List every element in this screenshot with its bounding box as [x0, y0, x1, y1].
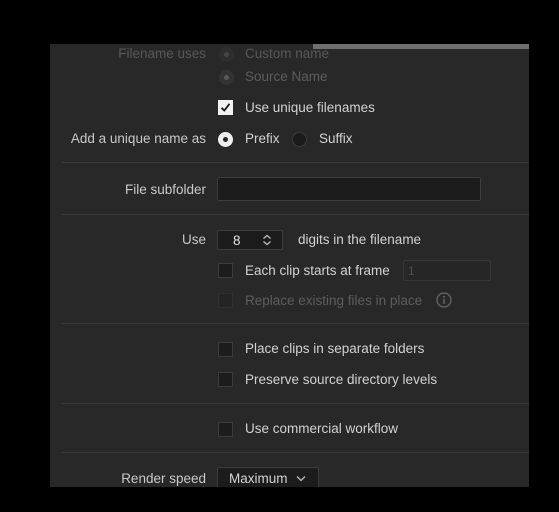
render-settings-panel: Filename uses Custom name Source Name Us…	[50, 44, 529, 487]
each-clip-starts-checkbox[interactable]	[218, 263, 233, 278]
source-name-label: Source Name	[245, 69, 328, 84]
info-icon[interactable]	[436, 292, 452, 308]
render-speed-value: Maximum	[229, 471, 288, 486]
separate-folders-checkbox[interactable]	[218, 342, 233, 357]
digits-value: 8	[233, 233, 241, 248]
custom-name-label: Custom name	[245, 46, 330, 61]
divider	[62, 403, 529, 404]
file-subfolder-label: File subfolder	[124, 182, 206, 197]
chevron-down-icon	[296, 476, 306, 482]
replace-existing-label: Replace existing files in place	[245, 293, 423, 308]
divider	[62, 214, 529, 215]
render-speed-label: Render speed	[121, 471, 206, 486]
each-clip-starts-label: Each clip starts at frame	[245, 263, 390, 278]
source-name-radio[interactable]	[219, 70, 234, 85]
add-unique-name-label: Add a unique name as	[70, 131, 206, 146]
stepper-icon[interactable]	[262, 234, 272, 246]
prefix-label: Prefix	[245, 131, 280, 146]
file-subfolder-input[interactable]	[217, 177, 481, 201]
replace-existing-checkbox[interactable]	[218, 293, 233, 308]
commercial-workflow-label: Use commercial workflow	[245, 421, 399, 436]
prefix-radio[interactable]	[218, 132, 233, 147]
digits-stepper[interactable]: 8	[217, 230, 283, 250]
divider	[62, 452, 529, 453]
scroll-indicator	[313, 44, 529, 49]
checkmark-icon	[220, 103, 231, 112]
suffix-radio[interactable]	[292, 132, 307, 147]
use-digits-label: Use	[181, 232, 206, 247]
divider	[62, 323, 529, 324]
filename-uses-label: Filename uses	[118, 46, 206, 61]
separate-folders-label: Place clips in separate folders	[245, 341, 425, 356]
suffix-label: Suffix	[319, 131, 353, 146]
start-frame-input[interactable]: 1	[403, 260, 491, 281]
render-speed-dropdown[interactable]: Maximum	[217, 467, 319, 487]
use-unique-filenames-checkbox[interactable]	[218, 100, 233, 115]
preserve-directories-label: Preserve source directory levels	[245, 372, 438, 387]
use-unique-filenames-label: Use unique filenames	[245, 100, 375, 115]
digits-suffix-label: digits in the filename	[298, 232, 422, 247]
custom-name-radio[interactable]	[219, 47, 234, 62]
divider	[62, 162, 529, 163]
preserve-directories-checkbox[interactable]	[218, 372, 233, 387]
commercial-workflow-checkbox[interactable]	[218, 422, 233, 437]
